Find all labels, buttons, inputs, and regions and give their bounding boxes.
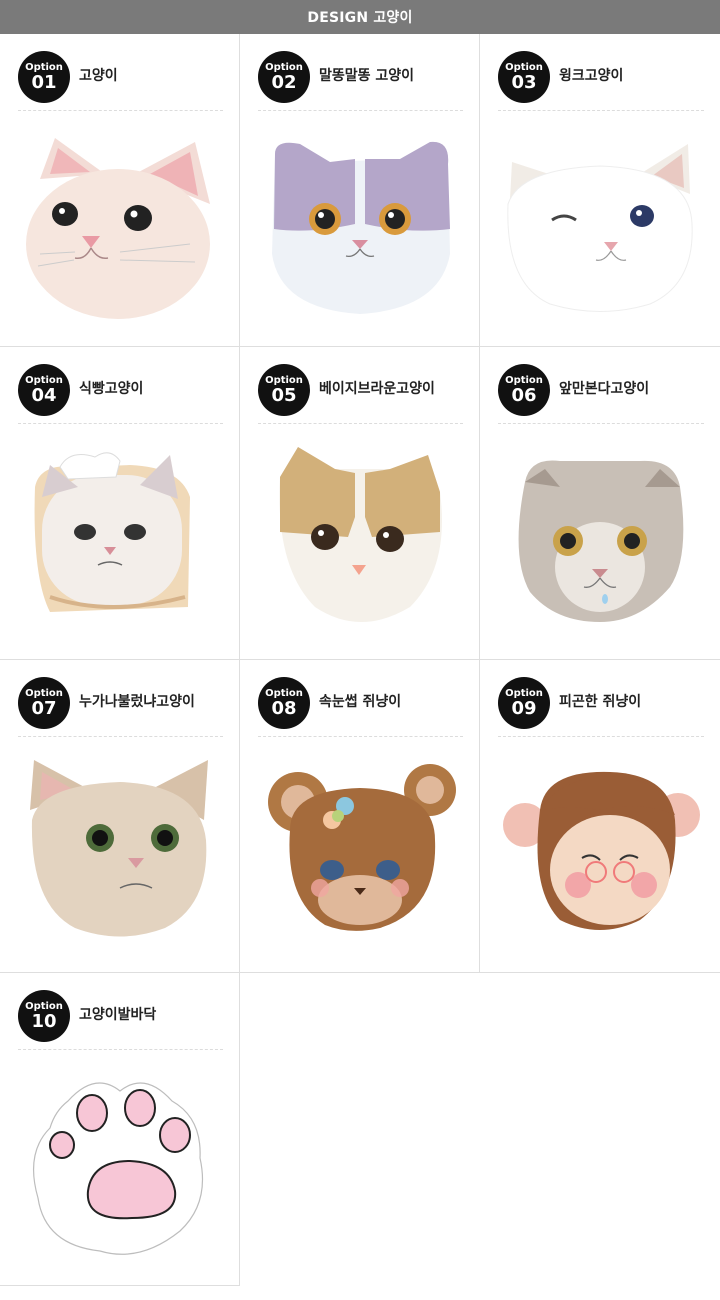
tabby-cat-face-icon <box>30 760 208 937</box>
option-card-04[interactable]: Option 04 식빵고양이 <box>0 347 240 660</box>
option-badge: Option 08 <box>258 677 310 729</box>
cat-paw-icon <box>32 1082 204 1255</box>
option-name: 고양이 <box>79 68 118 84</box>
option-card-05[interactable]: Option 05 베이지브라운고양이 <box>240 347 480 660</box>
option-card-03[interactable]: Option 03 윙크고양이 <box>480 34 720 347</box>
option-name: 피곤한 쥐냥이 <box>559 694 642 710</box>
option-badge: Option 03 <box>498 51 550 103</box>
divider <box>258 423 463 424</box>
purple-gray-cat-face-icon <box>272 141 450 314</box>
option-badge: Option 05 <box>258 364 310 416</box>
option-name: 말똥말똥 고양이 <box>319 68 415 84</box>
tired-mouse-face-icon <box>503 771 700 930</box>
option-badge: Option 01 <box>18 51 70 103</box>
option-badge: Option 02 <box>258 51 310 103</box>
option-badge: Option 04 <box>18 364 70 416</box>
bread-cat-face-icon <box>34 452 190 612</box>
divider <box>498 736 704 737</box>
option-badge: Option 07 <box>18 677 70 729</box>
option-card-07[interactable]: Option 07 누가나불렀냐고양이 <box>0 660 240 973</box>
option-card-06[interactable]: Option 06 앞만본다고양이 <box>480 347 720 660</box>
page-title: DESIGN 고양이 <box>307 10 413 26</box>
divider <box>18 1049 223 1050</box>
divider <box>18 423 223 424</box>
option-name: 앞만본다고양이 <box>559 381 650 397</box>
option-card-08[interactable]: Option 08 속눈썹 쥐냥이 <box>240 660 480 973</box>
option-name: 누가나불렀냐고양이 <box>79 694 195 710</box>
brown-bear-mouse-face-icon <box>268 764 456 931</box>
option-name: 베이지브라운고양이 <box>319 381 435 397</box>
option-card-09[interactable]: Option 09 피곤한 쥐냥이 <box>480 660 720 973</box>
option-card-01[interactable]: Option 01 고양이 <box>0 34 240 347</box>
option-card-10[interactable]: Option 10 고양이발바닥 <box>0 973 240 1286</box>
page-header: DESIGN 고양이 <box>0 0 720 34</box>
option-name: 속눈썹 쥐냥이 <box>319 694 402 710</box>
divider <box>18 110 223 111</box>
option-card-02[interactable]: Option 02 말똥말똥 고양이 <box>240 34 480 347</box>
option-badge: Option 06 <box>498 364 550 416</box>
option-badge: Option 10 <box>18 990 70 1042</box>
divider <box>498 110 704 111</box>
beige-brown-cat-face-icon <box>279 447 442 622</box>
white-cat-face-icon <box>26 138 210 319</box>
option-badge: Option 09 <box>498 677 550 729</box>
divider <box>258 110 463 111</box>
option-name: 식빵고양이 <box>79 381 144 397</box>
option-name: 윙크고양이 <box>559 68 624 84</box>
divider <box>498 423 704 424</box>
divider <box>258 736 463 737</box>
option-grid: Option 01 고양이 Option 02 말똥말똥 고양이 Option … <box>0 34 720 1286</box>
gray-scottish-cat-face-icon <box>518 460 684 622</box>
winking-white-cat-face-icon <box>507 144 693 312</box>
option-name: 고양이발바닥 <box>79 1007 157 1023</box>
divider <box>18 736 223 737</box>
